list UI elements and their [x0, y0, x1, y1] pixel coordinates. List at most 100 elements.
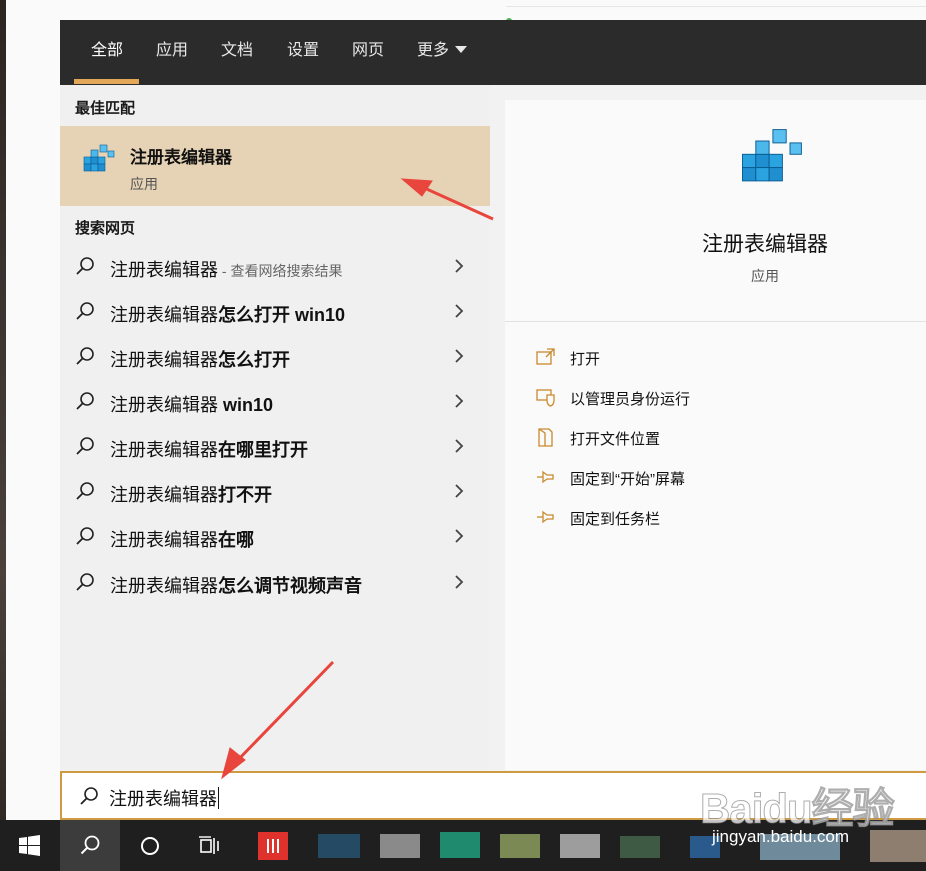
web-result-query: 注册表编辑器: [110, 485, 218, 505]
task-view-icon: [199, 836, 219, 854]
action-run-as-admin-label: 以管理员身份运行: [570, 391, 691, 408]
web-result-row[interactable]: 注册表编辑器怎么调节视频声音: [60, 560, 490, 605]
web-result-row[interactable]: 注册表编辑器怎么打开: [60, 334, 490, 379]
web-result-suggestion: 怎么打开 win10: [218, 305, 346, 325]
web-result-suggestion: 打不开: [218, 485, 272, 505]
tab-more[interactable]: 更多: [417, 20, 468, 85]
tab-web[interactable]: 网页: [352, 20, 384, 85]
open-icon: [536, 348, 555, 365]
chevron-right-icon: [455, 394, 464, 408]
web-result-row[interactable]: 注册表编辑器怎么打开 win10: [60, 289, 490, 334]
action-pin-to-start-label: 固定到“开始”屏幕: [570, 471, 685, 488]
taskbar-app-blurred[interactable]: [380, 820, 420, 871]
start-button[interactable]: [0, 820, 60, 871]
web-result-text: 注册表编辑器怎么打开: [110, 346, 290, 372]
cortana-button[interactable]: [120, 820, 180, 871]
file-location-icon: [538, 428, 553, 447]
start-search-panel: 全部 应用 文档 设置 网页 更多 最佳匹配 注册表编辑器 应用 搜索网页 注册…: [60, 20, 926, 820]
action-pin-to-taskbar-label: 固定到任务栏: [570, 511, 661, 528]
cortana-circle-icon: [141, 837, 159, 855]
search-icon: [76, 257, 94, 275]
web-result-suggestion: 怎么打开: [218, 350, 290, 370]
search-icon: [76, 482, 94, 500]
search-icon: [76, 347, 94, 365]
web-result-query: 注册表编辑器: [110, 350, 218, 370]
search-icon: [76, 573, 94, 591]
chevron-right-icon: [455, 575, 464, 589]
search-icon: [76, 392, 94, 410]
web-result-text: 注册表编辑器 win10: [110, 391, 273, 417]
detail-divider: [505, 321, 926, 322]
web-result-row[interactable]: 注册表编辑器打不开: [60, 469, 490, 514]
text-cursor: [218, 787, 219, 809]
detail-subtitle: 应用: [751, 268, 779, 284]
mosaic-block: [318, 834, 360, 858]
web-result-query: 注册表编辑器: [110, 395, 218, 415]
filter-tabs-bar: 全部 应用 文档 设置 网页 更多: [60, 20, 926, 85]
best-match-item[interactable]: 注册表编辑器 应用: [60, 126, 490, 206]
mosaic-block: [620, 836, 660, 858]
web-search-heading: 搜索网页: [75, 220, 136, 237]
pin-icon: [537, 470, 554, 484]
chevron-right-icon: [455, 304, 464, 318]
watermark-url: jingyan.baidu.com: [712, 827, 850, 846]
web-result-suggestion: 在哪里打开: [218, 440, 308, 460]
task-view-button[interactable]: [180, 820, 240, 871]
windows-logo-icon: [19, 835, 40, 856]
web-result-suggestion: 在哪: [218, 530, 254, 550]
tab-more-label: 更多: [417, 42, 450, 59]
detail-title: 注册表编辑器: [702, 233, 828, 256]
taskbar-app-blurred[interactable]: [620, 820, 660, 871]
web-result-suggestion: 怎么调节视频声音: [218, 576, 362, 596]
results-list: 最佳匹配 注册表编辑器 应用 搜索网页 注册表编辑器 - 查看网络搜索结果 注册…: [60, 85, 490, 770]
baidu-watermark: Baidu经验 jingyan.baidu.com: [700, 775, 900, 855]
taskbar-search-button[interactable]: [60, 820, 120, 871]
web-result-query: 注册表编辑器: [110, 260, 218, 280]
chevron-down-icon: [455, 46, 468, 53]
tab-all[interactable]: 全部: [91, 20, 123, 85]
web-result-query: 注册表编辑器: [110, 530, 218, 550]
app-icon-bar: [272, 839, 274, 853]
web-result-query: 注册表编辑器: [110, 576, 218, 596]
taskbar-app-blurred[interactable]: [560, 820, 600, 871]
detail-pane: 注册表编辑器 应用 打开 以管理员身份运行 打开文件位置 固定到“开始”屏幕 固…: [505, 100, 926, 770]
registry-editor-icon: [742, 129, 802, 182]
search-icon: [76, 302, 94, 320]
web-result-query: 注册表编辑器: [110, 305, 218, 325]
action-open-file-location-label: 打开文件位置: [570, 431, 661, 448]
web-result-row[interactable]: 注册表编辑器在哪: [60, 514, 490, 559]
web-result-row[interactable]: 注册表编辑器 - 查看网络搜索结果: [60, 244, 490, 289]
web-result-text: 注册表编辑器在哪里打开: [110, 436, 308, 462]
web-result-suggestion: win10: [218, 395, 274, 415]
tab-apps[interactable]: 应用: [156, 20, 188, 85]
tab-settings[interactable]: 设置: [287, 20, 319, 85]
web-result-hint: - 查看网络搜索结果: [218, 263, 343, 279]
search-icon: [80, 787, 98, 805]
taskbar-app[interactable]: [258, 820, 288, 871]
pin-icon: [537, 510, 554, 524]
web-result-row[interactable]: 注册表编辑器在哪里打开: [60, 424, 490, 469]
mosaic-block: [500, 834, 540, 858]
background-divider: [506, 6, 926, 7]
action-open-label: 打开: [570, 351, 601, 368]
search-icon: [76, 437, 94, 455]
web-result-row[interactable]: 注册表编辑器 win10: [60, 379, 490, 424]
chevron-right-icon: [455, 484, 464, 498]
mosaic-block: [560, 834, 600, 858]
chevron-right-icon: [455, 259, 464, 273]
mosaic-block: [380, 834, 420, 858]
web-result-text: 注册表编辑器在哪: [110, 526, 254, 552]
tab-documents[interactable]: 文档: [221, 20, 253, 85]
app-icon-bar: [267, 839, 269, 853]
best-match-heading: 最佳匹配: [75, 100, 136, 117]
web-result-text: 注册表编辑器打不开: [110, 481, 272, 507]
chevron-right-icon: [455, 529, 464, 543]
taskbar-app-blurred[interactable]: [318, 820, 360, 871]
search-icon: [76, 527, 94, 545]
taskbar-app-blurred[interactable]: [440, 820, 480, 871]
best-match-title: 注册表编辑器: [130, 148, 232, 167]
web-result-query: 注册表编辑器: [110, 440, 218, 460]
search-input[interactable]: 注册表编辑器: [109, 785, 219, 811]
registry-editor-icon: [83, 144, 115, 172]
taskbar-app-blurred[interactable]: [500, 820, 540, 871]
